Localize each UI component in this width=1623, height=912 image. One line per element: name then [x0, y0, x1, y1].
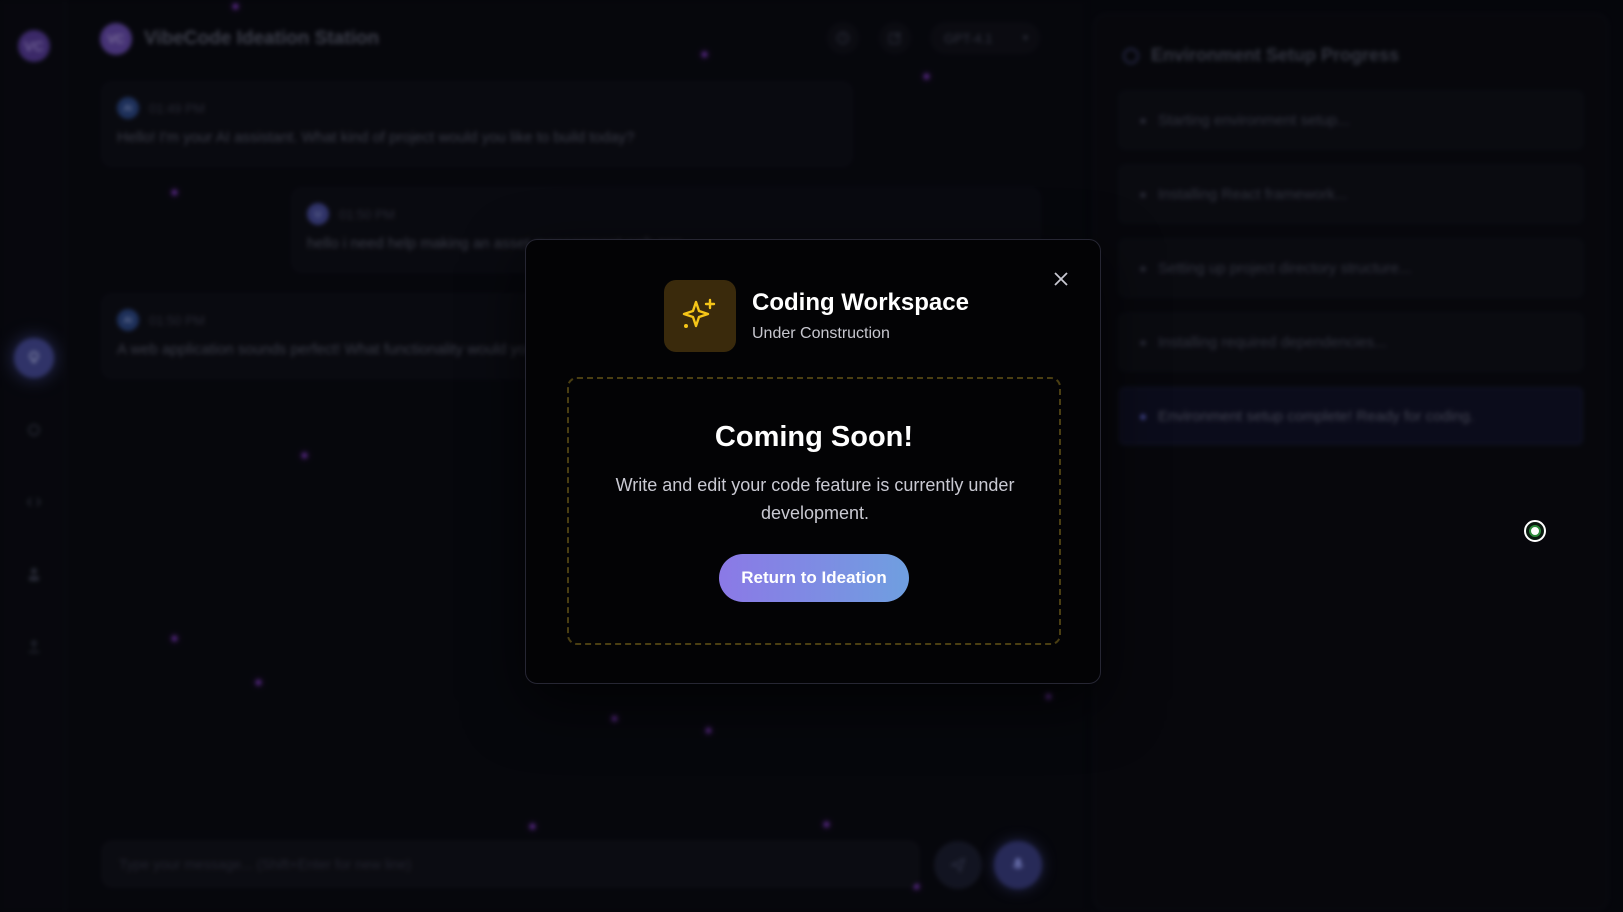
modal-icon-tile — [664, 280, 736, 352]
cursor-dot — [1529, 525, 1541, 537]
close-icon — [1054, 272, 1068, 286]
coding-workspace-modal: Coding Workspace Under Construction Comi… — [525, 239, 1101, 684]
app-root: VC VC VibeCode Ideation Station GPT-4.1 … — [0, 0, 1623, 912]
close-button[interactable] — [1048, 266, 1074, 292]
modal-header: Coding Workspace Under Construction — [664, 280, 969, 352]
return-to-ideation-button[interactable]: Return to Ideation — [719, 554, 909, 602]
modal-subtitle: Under Construction — [752, 325, 890, 342]
coming-soon-box: Coming Soon! Write and edit your code fe… — [567, 377, 1061, 645]
coming-soon-heading: Coming Soon! — [714, 421, 914, 453]
modal-title: Coding Workspace — [752, 289, 969, 316]
cursor-indicator — [1524, 520, 1546, 542]
sparkles-icon — [682, 298, 716, 328]
coming-soon-description: Write and edit your code feature is curr… — [615, 475, 1015, 523]
modal-titles: Coding Workspace Under Construction — [752, 289, 969, 343]
